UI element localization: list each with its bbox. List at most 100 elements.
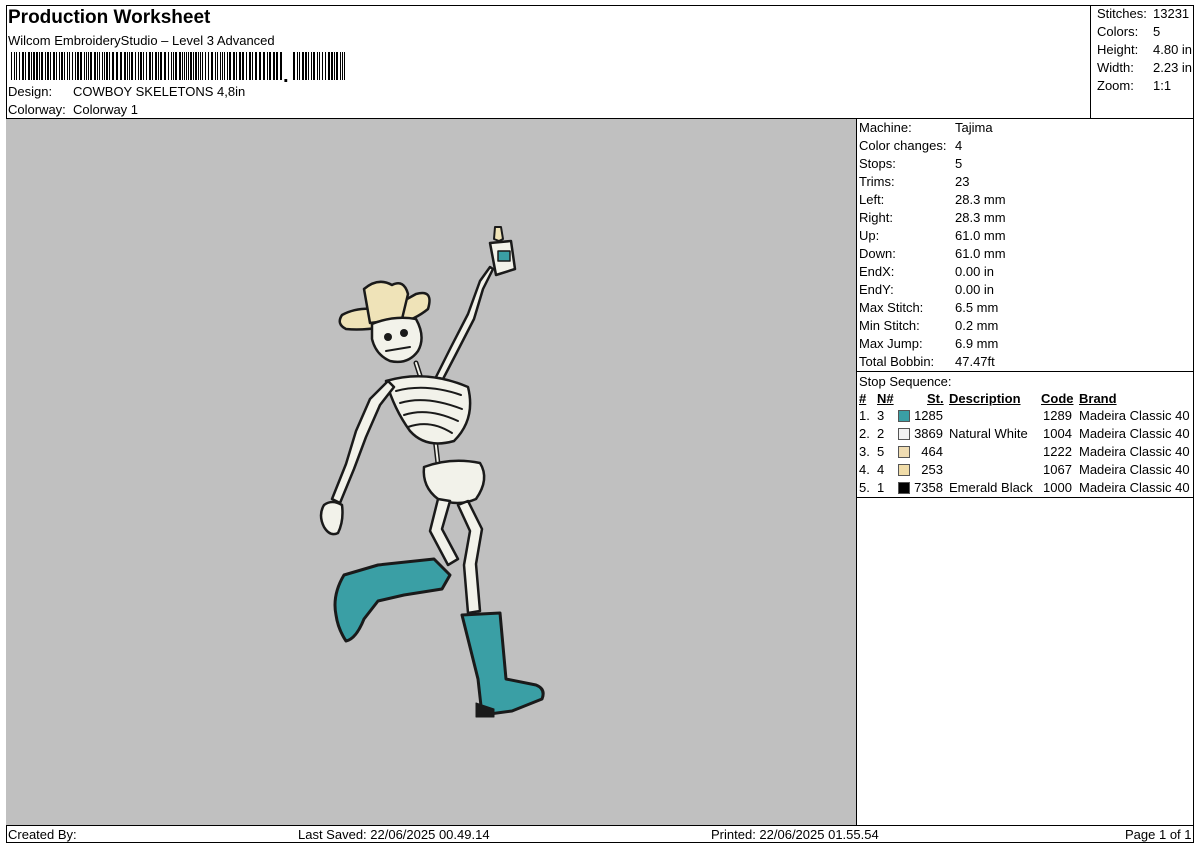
- machine-row-value: 47.47ft: [955, 354, 995, 369]
- ribcage: [384, 374, 472, 445]
- stitches-value: 13231: [1153, 6, 1190, 21]
- seq-code: 1289: [1043, 408, 1072, 423]
- eye-left: [384, 333, 392, 341]
- seq-index: 4.: [859, 462, 870, 477]
- created-by: Created By:: [8, 827, 77, 842]
- seq-brand: Madeira Classic 40: [1079, 480, 1190, 495]
- panel-divider: [857, 371, 1194, 372]
- seq-brand: Madeira Classic 40: [1079, 426, 1190, 441]
- stitches-label: Stitches:: [1097, 6, 1147, 21]
- height-value: 4.80 in: [1153, 42, 1193, 57]
- barcode-bar: [246, 52, 247, 80]
- barcode-bar: [198, 52, 199, 80]
- barcode-bar: [215, 52, 216, 80]
- barcode-bar: [135, 52, 136, 80]
- barcode-bar: [69, 52, 70, 80]
- zoom-value: 1:1: [1153, 78, 1172, 93]
- machine-info-panel: Machine: Tajima Color changes: 4 Stops: 5 Trim…: [857, 119, 1194, 825]
- barcode-bar: [195, 52, 197, 80]
- machine-row-value: 23: [955, 174, 970, 189]
- barcode-bar: [190, 52, 192, 80]
- barcode-bar: [124, 52, 126, 80]
- barcode-bar: [14, 52, 15, 80]
- machine-row-value: 6.5 mm: [955, 300, 999, 315]
- barcode-bar: [336, 52, 338, 80]
- machine-row-label: Total Bobbin:: [859, 354, 935, 369]
- barcode-bar: [41, 52, 43, 80]
- barcode-bar: [233, 52, 235, 80]
- barcode-bar: [305, 52, 307, 80]
- barcode-bar: [97, 52, 98, 80]
- barcode-bar: [160, 52, 162, 80]
- barcode-bar: [86, 52, 87, 80]
- seq-index: 2.: [859, 426, 870, 441]
- barcode-bar: [94, 52, 96, 80]
- barcode-bar: [11, 52, 12, 80]
- barcode-bar: [152, 52, 153, 80]
- left-hand: [319, 500, 344, 536]
- machine-row-label: Stops:: [859, 156, 896, 171]
- barcode-bar: [131, 52, 133, 80]
- barcode-bar: [200, 52, 201, 80]
- page-number: Page 1 of 1: [1125, 827, 1192, 842]
- raised-arm: [432, 265, 495, 383]
- seq-code: 1067: [1043, 462, 1072, 477]
- machine-row-label: Trims:: [859, 174, 895, 189]
- last-saved: Last Saved: 22/06/2025 00.49.14: [298, 827, 490, 842]
- barcode-bar: [127, 52, 128, 80]
- barcode-bar: [88, 52, 89, 80]
- barcode-bar: [297, 52, 298, 80]
- seq-stitches: 7358: [914, 480, 943, 495]
- barcode-bar: [56, 52, 57, 80]
- barcode-bar: [308, 52, 309, 80]
- left-arm: [330, 379, 396, 505]
- barcode-bar: [331, 52, 333, 80]
- barcode-bar: [47, 52, 49, 80]
- seq-needle: 5: [877, 444, 885, 459]
- barcode-bar: [146, 52, 147, 80]
- barcode-bar: [182, 52, 183, 80]
- barcode-bar: [328, 52, 330, 80]
- barcode-comma: ,: [283, 65, 289, 82]
- barcode-bar: [319, 52, 320, 80]
- barcode-bar: [19, 52, 20, 80]
- printed-date: Printed: 22/06/2025 01.55.54: [711, 827, 879, 842]
- seq-stitches: 464: [921, 444, 943, 459]
- barcode-bar: [340, 52, 341, 80]
- colorway-label: Colorway:: [8, 102, 66, 117]
- design-value: COWBOY SKELETONS 4,8in: [73, 84, 246, 99]
- bottle-label: [497, 250, 511, 262]
- barcode-bar: [158, 52, 159, 80]
- barcode-bar: [84, 52, 85, 80]
- barcode-bar: [242, 52, 244, 80]
- seq-needle: 1: [877, 480, 885, 495]
- barcode-bar: [193, 52, 194, 80]
- barcode-bar: [208, 52, 209, 80]
- barcode-bar: [299, 52, 300, 80]
- seq-index: 1.: [859, 408, 870, 423]
- boot-standing: [460, 611, 545, 717]
- design-label: Design:: [8, 84, 53, 99]
- barcode-bar: [33, 52, 35, 80]
- barcode-bar: [31, 52, 32, 80]
- barcode-bar: [120, 52, 122, 80]
- barcode-bar: [344, 52, 345, 80]
- barcode-bar: [80, 52, 82, 80]
- seq-description: Emerald Black: [949, 480, 1033, 495]
- barcode-bar: [173, 52, 174, 80]
- barcode-bar: [164, 52, 166, 80]
- barcode-bar: [273, 52, 275, 80]
- machine-row-value: 28.3 mm: [955, 192, 1006, 207]
- barcode-bar: [116, 52, 118, 80]
- barcode-bar: [72, 52, 73, 80]
- barcode-bar: [109, 52, 110, 80]
- machine-row-label: Up:: [859, 228, 880, 243]
- barcode-bar: [322, 52, 323, 80]
- seq-brand: Madeira Classic 40: [1079, 408, 1190, 423]
- barcode-bar: [179, 52, 181, 80]
- barcode-bar: [168, 52, 169, 80]
- barcode-bar: [175, 52, 177, 80]
- skeleton-design-illustration: [319, 226, 545, 718]
- barcode-bar: [224, 52, 225, 80]
- design-preview-canvas[interactable]: [6, 119, 857, 825]
